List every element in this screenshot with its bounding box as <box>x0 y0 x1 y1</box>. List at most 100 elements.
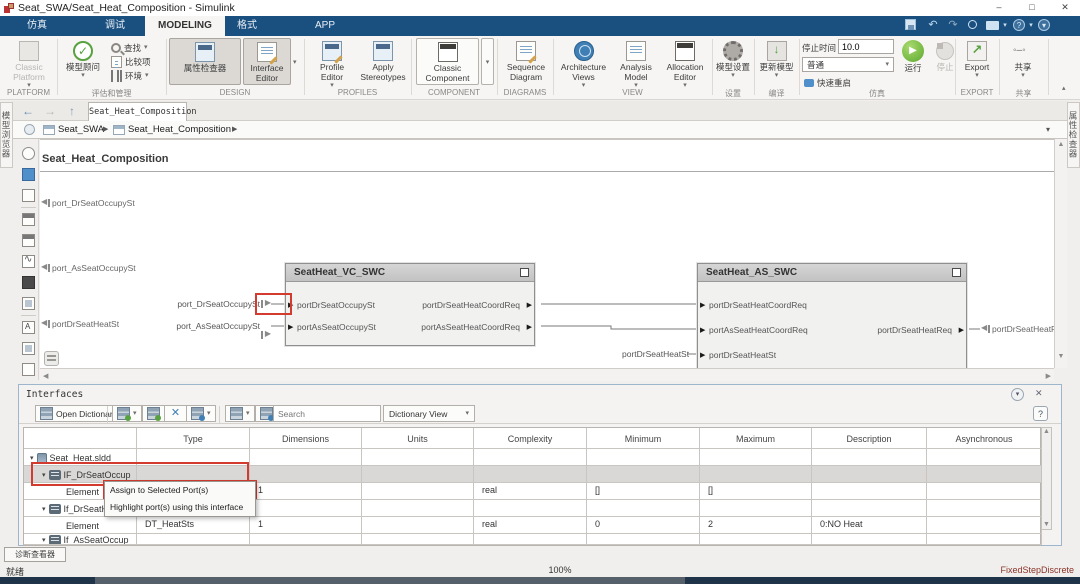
help-caret-icon[interactable]: ▾ <box>1027 19 1035 32</box>
column-minimum[interactable]: Minimum <box>587 428 700 449</box>
table-row[interactable]: Element DT_HeatSts 1 real 0 2 0:NO Heat <box>24 517 1042 534</box>
forward-icon[interactable]: → <box>42 103 58 119</box>
close-button[interactable]: ✕ <box>1051 0 1079 15</box>
menu-item-highlight-ports[interactable]: Highlight port(s) using this interface <box>105 499 255 516</box>
component-gallery-caret-icon[interactable]: ▾ <box>481 38 494 85</box>
diagram-canvas[interactable]: Seat_Heat_Composition port_DrSeatOccupyS… <box>40 139 1054 368</box>
help-icon[interactable]: ? <box>1013 19 1025 31</box>
output-port-icon[interactable]: ▶ <box>527 301 532 309</box>
breadcrumb-separator-icon[interactable]: ▶ <box>103 125 108 133</box>
export-button[interactable]: Export ▾ <box>958 38 996 79</box>
expander-icon[interactable]: ▾ <box>30 454 34 462</box>
allocation-editor-button[interactable]: Allocation Editor ▾ <box>661 38 709 89</box>
column-asynchronous[interactable]: Asynchronous <box>927 428 1042 449</box>
area-icon[interactable] <box>22 363 35 376</box>
status-solver[interactable]: FixedStepDiscrete <box>1000 565 1074 575</box>
scroll-down-icon[interactable]: ▼ <box>1055 353 1067 360</box>
truth-table-icon[interactable] <box>22 276 35 289</box>
image-icon[interactable] <box>22 297 35 310</box>
tab-simulation[interactable]: 仿真 <box>14 16 60 36</box>
profile-editor-button[interactable]: Profile Editor ▾ <box>308 38 356 89</box>
add-interface-button[interactable]: ▾ <box>112 405 142 422</box>
scroll-left-icon[interactable]: ◀ <box>43 372 48 380</box>
block-seatheat-as-swc[interactable]: SeatHeat_AS_SWC ▶ portDrSeatHeatCoordReq… <box>697 263 967 368</box>
port-ref-label[interactable]: port_DrSeatOccupySt <box>152 299 260 309</box>
reference-component-icon[interactable] <box>22 234 35 247</box>
zoom-icon[interactable] <box>22 147 35 160</box>
interface-editor-button[interactable]: Interface Editor <box>243 38 291 85</box>
scroll-down-icon[interactable]: ▼ <box>1042 521 1051 528</box>
screenshot-caret-icon[interactable]: ▾ <box>1001 19 1009 32</box>
apply-stereotypes-button[interactable]: Apply Stereotypes <box>358 38 408 83</box>
undo-icon[interactable]: ↶ <box>926 19 940 32</box>
library-icon[interactable] <box>22 168 35 181</box>
breadcrumb-dropdown-icon[interactable]: ▾ <box>1046 125 1050 134</box>
tab-apps[interactable]: APP <box>302 16 348 36</box>
find-button[interactable]: 查找 ▾ <box>111 41 148 54</box>
navigate-circle-icon[interactable] <box>24 124 35 135</box>
tab-debug[interactable]: 调试 <box>92 16 138 36</box>
design-gallery-caret-icon[interactable]: ▾ <box>293 59 297 66</box>
environment-button[interactable]: 环境 ▾ <box>111 69 149 82</box>
menu-item-assign-to-ports[interactable]: Assign to Selected Port(s) <box>105 482 255 499</box>
port-icon[interactable] <box>22 189 35 202</box>
port-label[interactable]: portDrSeatHeatCoordReq <box>709 300 807 310</box>
port-ref-label[interactable]: portDrSeatHeatSt <box>622 349 689 359</box>
expander-icon[interactable]: ▾ <box>42 536 46 544</box>
up-to-parent-icon[interactable]: ↑ <box>64 103 80 119</box>
zoom-search-icon[interactable] <box>968 20 977 29</box>
signal-icon[interactable] <box>22 254 35 268</box>
manage-interface-button[interactable]: ▾ <box>225 405 255 422</box>
port-label[interactable]: portAsSeatHeatCoordReq <box>421 322 520 332</box>
column-type[interactable]: Type <box>137 428 250 449</box>
panel-menu-icon[interactable]: ▾ <box>1011 388 1024 401</box>
screenshot-icon[interactable] <box>986 21 999 30</box>
port-label[interactable]: portDrSeatOccupySt <box>297 300 375 310</box>
save-icon[interactable] <box>905 19 916 30</box>
sequence-diagram-button[interactable]: Sequence Diagram <box>500 38 552 83</box>
breadcrumb-item-current[interactable]: Seat_Heat_Composition <box>128 124 231 135</box>
share-button[interactable]: 共享 ▾ <box>1002 38 1044 79</box>
sim-mode-select[interactable]: 普通 ▾ <box>802 57 894 72</box>
port-ref-label[interactable]: port_AsSeatOccupySt <box>152 321 260 331</box>
panel-close-icon[interactable]: ✕ <box>1035 388 1043 399</box>
run-button[interactable]: ▶ 运行 <box>898 38 928 74</box>
table-vertical-scrollbar[interactable]: ▲ ▼ <box>1041 427 1052 530</box>
scroll-up-icon[interactable]: ▲ <box>1042 428 1051 435</box>
architecture-views-button[interactable]: Architecture Views ▾ <box>556 38 611 89</box>
interfaces-search[interactable] <box>273 405 402 422</box>
panel-help-icon[interactable]: ? <box>1033 406 1048 421</box>
property-inspector-strip[interactable]: 属性检查器 <box>1067 102 1080 168</box>
column-maximum[interactable]: Maximum <box>700 428 812 449</box>
component-icon[interactable] <box>22 213 35 226</box>
port-label[interactable]: portDrSeatHeatCoordReq <box>422 300 520 310</box>
model-settings-button[interactable]: 模型设置 ▾ <box>714 38 752 79</box>
compare-button[interactable]: 比较项 <box>111 55 151 68</box>
view-mode-select[interactable]: Dictionary View ▾ <box>383 405 475 422</box>
canvas-vertical-scrollbar[interactable]: ▲ ▼ <box>1054 139 1067 368</box>
column-complexity[interactable]: Complexity <box>474 428 587 449</box>
input-port-icon[interactable]: ▶ <box>700 351 705 359</box>
add-element-button[interactable] <box>142 405 165 422</box>
delete-button[interactable]: ✕ <box>164 405 187 422</box>
output-port-icon[interactable]: ▶ <box>959 326 964 334</box>
diagnostic-viewer-tab[interactable]: 诊断查看器 <box>4 547 66 562</box>
classic-platform-button[interactable]: Classic Platform ▾ <box>4 38 54 89</box>
minimize-button[interactable]: – <box>985 0 1013 15</box>
column-units[interactable]: Units <box>362 428 474 449</box>
table-row[interactable]: ▾ If_AsSeatOccup <box>24 534 1042 545</box>
breadcrumb-separator-icon[interactable]: ▶ <box>232 125 237 133</box>
stamp-icon[interactable] <box>22 342 35 355</box>
expander-icon[interactable]: ▾ <box>42 505 46 513</box>
block-seatheat-vc-swc[interactable]: SeatHeat_VC_SWC ▶ portDrSeatOccupySt ▶ p… <box>285 263 535 346</box>
port-label[interactable]: portDrSeatHeatSt <box>709 350 776 360</box>
back-icon[interactable]: ← <box>20 103 36 119</box>
port-label[interactable]: portAsSeatOccupySt <box>297 322 376 332</box>
breadcrumb-item-root[interactable]: Seat_SWA <box>58 124 104 135</box>
annotation-icon[interactable] <box>22 321 35 334</box>
port-label[interactable]: portAsSeatHeatCoordReq <box>709 325 808 335</box>
model-browser-strip[interactable]: 模型浏览器 <box>0 102 13 168</box>
column-description[interactable]: Description <box>812 428 927 449</box>
input-port-icon[interactable]: ▶ <box>700 301 705 309</box>
tab-format[interactable]: 格式 <box>224 16 270 36</box>
